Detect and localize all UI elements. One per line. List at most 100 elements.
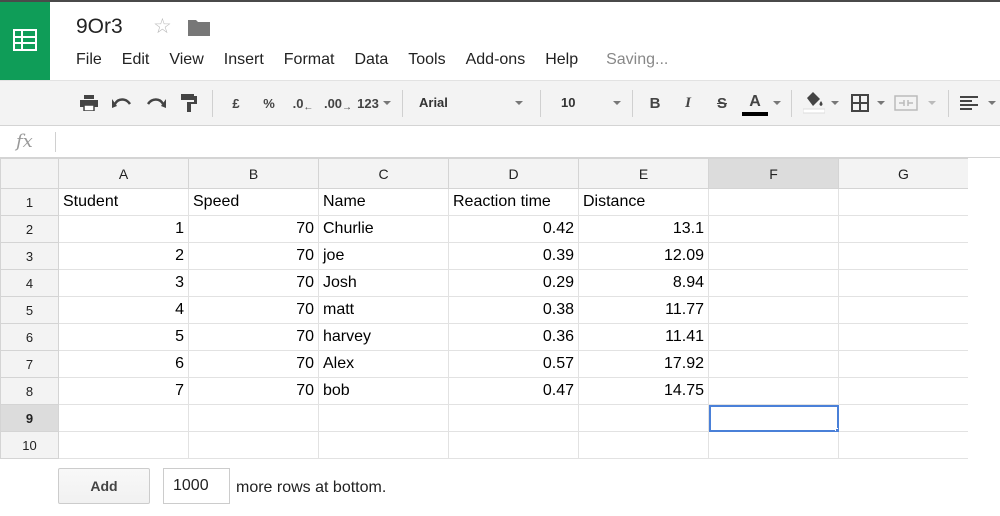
cell-d2[interactable]: 0.42 [448,215,579,243]
menu-file[interactable]: File [66,48,112,72]
cell-g3[interactable] [838,242,969,270]
cell-g2[interactable] [838,215,969,243]
cell-a5[interactable]: 4 [58,296,189,324]
add-rows-button[interactable]: Add [58,468,150,504]
menu-tools[interactable]: Tools [398,48,455,72]
borders-icon[interactable] [849,81,871,125]
text-color-button[interactable]: A [742,81,768,125]
column-header-c[interactable]: C [318,158,449,189]
print-icon[interactable] [78,81,100,125]
cell-e10[interactable] [578,431,709,459]
undo-icon[interactable] [111,81,133,125]
folder-icon[interactable] [188,18,210,36]
document-title[interactable]: 9Or3 [76,15,123,39]
cell-e4[interactable]: 8.94 [578,269,709,297]
cell-e5[interactable]: 11.77 [578,296,709,324]
cell-c4[interactable]: Josh [318,269,449,297]
row-header[interactable]: 8 [0,377,59,405]
number-format-button[interactable]: 123 [354,81,382,125]
menu-data[interactable]: Data [344,48,398,72]
cell-d1[interactable]: Reaction time [448,188,579,216]
cell-a10[interactable] [58,431,189,459]
cell-g6[interactable] [838,323,969,351]
cell-e1[interactable]: Distance [578,188,709,216]
column-header-f[interactable]: F [708,158,839,189]
cell-f2[interactable] [708,215,839,243]
cell-g7[interactable] [838,350,969,378]
redo-icon[interactable] [145,81,167,125]
formula-input[interactable] [60,130,990,154]
cell-c10[interactable] [318,431,449,459]
menu-add-ons[interactable]: Add-ons [456,48,536,72]
cell-e7[interactable]: 17.92 [578,350,709,378]
cell-f1[interactable] [708,188,839,216]
cell-e9[interactable] [578,404,709,432]
cell-b1[interactable]: Speed [188,188,319,216]
cell-b7[interactable]: 70 [188,350,319,378]
row-header[interactable]: 9 [0,404,59,432]
sheets-logo-icon[interactable] [0,2,50,80]
cell-d7[interactable]: 0.57 [448,350,579,378]
cell-a9[interactable] [58,404,189,432]
chevron-down-icon[interactable] [877,101,885,105]
menu-view[interactable]: View [159,48,213,72]
cell-d6[interactable]: 0.36 [448,323,579,351]
chevron-down-icon[interactable] [773,101,781,105]
chevron-down-icon[interactable] [613,101,621,105]
row-header[interactable]: 6 [0,323,59,351]
cell-c9[interactable] [318,404,449,432]
cell-a4[interactable]: 3 [58,269,189,297]
strikethrough-button[interactable]: S [712,81,732,125]
column-header-a[interactable]: A [58,158,189,189]
row-header[interactable]: 5 [0,296,59,324]
menu-format[interactable]: Format [274,48,345,72]
decrease-decimal-button[interactable]: .0 ← [290,81,316,125]
cell-g1[interactable] [838,188,969,216]
column-header-g[interactable]: G [838,158,969,189]
chevron-down-icon[interactable] [831,101,839,105]
italic-button[interactable]: I [678,81,698,125]
cell-a8[interactable]: 7 [58,377,189,405]
cell-g8[interactable] [838,377,969,405]
align-left-icon[interactable] [958,81,980,125]
cell-a7[interactable]: 6 [58,350,189,378]
cell-c3[interactable]: joe [318,242,449,270]
cell-a6[interactable]: 5 [58,323,189,351]
cell-f5[interactable] [708,296,839,324]
column-header-b[interactable]: B [188,158,319,189]
cell-e2[interactable]: 13.1 [578,215,709,243]
percent-format-button[interactable]: % [259,81,279,125]
cell-b3[interactable]: 70 [188,242,319,270]
cell-f7[interactable] [708,350,839,378]
cell-a3[interactable]: 2 [58,242,189,270]
currency-format-button[interactable]: £ [226,81,246,125]
menu-help[interactable]: Help [535,48,588,72]
row-header[interactable]: 7 [0,350,59,378]
row-header[interactable]: 4 [0,269,59,297]
cell-f6[interactable] [708,323,839,351]
cell-g5[interactable] [838,296,969,324]
cell-f3[interactable] [708,242,839,270]
chevron-down-icon[interactable] [988,101,996,105]
cell-b5[interactable]: 70 [188,296,319,324]
selected-cell-f9[interactable] [708,404,839,432]
star-icon[interactable]: ☆ [153,16,172,37]
menu-edit[interactable]: Edit [112,48,160,72]
cell-b10[interactable] [188,431,319,459]
column-header-d[interactable]: D [448,158,579,189]
cell-g4[interactable] [838,269,969,297]
column-header-e[interactable]: E [578,158,709,189]
row-header[interactable]: 3 [0,242,59,270]
font-size-select[interactable]: 10 [561,95,575,110]
cell-c7[interactable]: Alex [318,350,449,378]
cell-d5[interactable]: 0.38 [448,296,579,324]
cell-g10[interactable] [838,431,969,459]
chevron-down-icon[interactable] [515,101,523,105]
cell-b6[interactable]: 70 [188,323,319,351]
cell-a2[interactable]: 1 [58,215,189,243]
cell-f8[interactable] [708,377,839,405]
cell-e3[interactable]: 12.09 [578,242,709,270]
row-header[interactable]: 1 [0,188,59,216]
cell-b8[interactable]: 70 [188,377,319,405]
cell-d4[interactable]: 0.29 [448,269,579,297]
